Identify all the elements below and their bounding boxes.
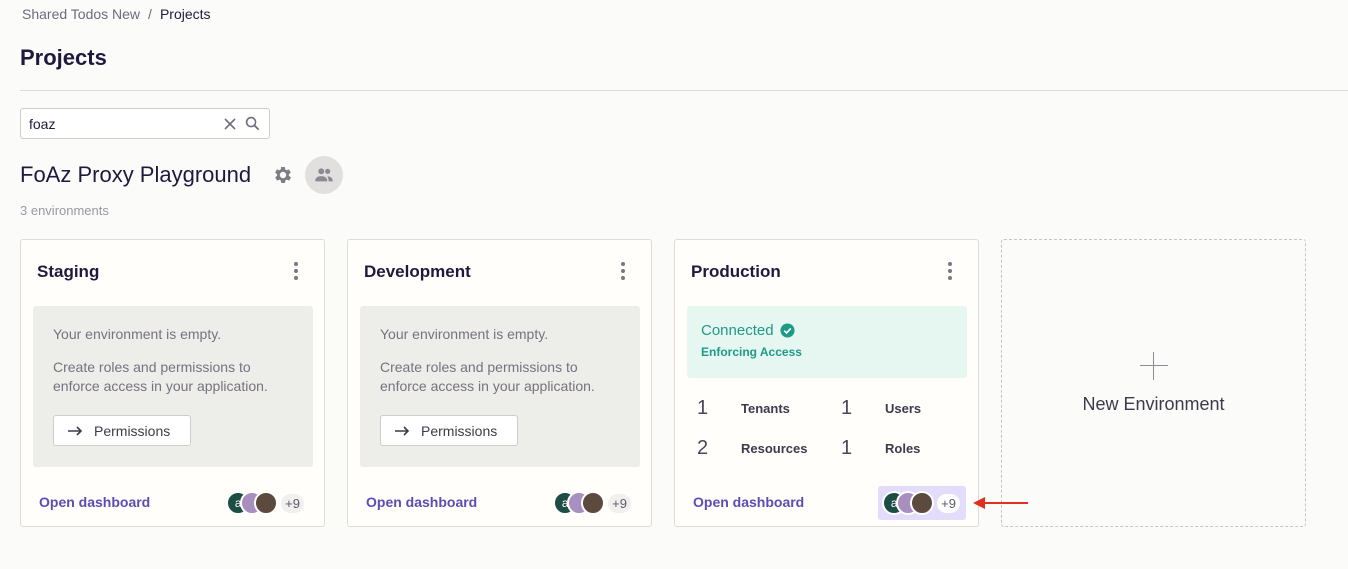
- arrow-right-icon: [395, 425, 410, 436]
- stat-value: 1: [697, 397, 709, 419]
- stat-value: 1: [841, 437, 853, 459]
- empty-state: Your environment is empty. Create roles …: [33, 306, 313, 467]
- permissions-button[interactable]: Permissions: [53, 415, 191, 446]
- close-icon[interactable]: [221, 115, 239, 133]
- stat-resources: 2 Resources: [697, 437, 807, 460]
- empty-hint: Create roles and permissions to enforce …: [53, 359, 268, 394]
- breadcrumb-parent[interactable]: Shared Todos New: [22, 6, 140, 22]
- avatar: [581, 491, 606, 515]
- empty-message: Your environment is empty.: [53, 326, 222, 342]
- environment-card-staging: Staging Your environment is empty. Creat…: [20, 239, 325, 527]
- new-environment-label: New Environment: [1082, 393, 1225, 414]
- gear-icon[interactable]: [271, 163, 295, 187]
- open-dashboard-link[interactable]: Open dashboard: [693, 494, 804, 510]
- stat-value: 1: [841, 397, 853, 419]
- environment-count: 3 environments: [20, 203, 109, 218]
- status-sub: Enforcing Access: [701, 345, 802, 359]
- environment-card-production: Production Connected Enforcing Access 1 …: [674, 239, 979, 527]
- project-name: FoAz Proxy Playground: [20, 162, 252, 187]
- search-input[interactable]: [29, 115, 217, 132]
- more-options-icon[interactable]: [288, 262, 304, 280]
- environment-card-development: Development Your environment is empty. C…: [347, 239, 652, 527]
- empty-message: Your environment is empty.: [380, 326, 549, 342]
- avatar-group[interactable]: a +9: [553, 490, 631, 516]
- avatar-group[interactable]: a +9: [878, 486, 966, 520]
- breadcrumb: Shared Todos New / Projects: [22, 6, 211, 22]
- empty-state: Your environment is empty. Create roles …: [360, 306, 640, 467]
- check-circle-icon: [780, 323, 795, 338]
- open-dashboard-link[interactable]: Open dashboard: [39, 494, 150, 510]
- more-options-icon[interactable]: [942, 262, 958, 280]
- annotation-arrow-icon: [973, 497, 1028, 509]
- avatar: [910, 491, 935, 515]
- stat-label: Roles: [885, 441, 921, 456]
- card-title: Staging: [37, 262, 100, 281]
- stat-roles: 1 Roles: [841, 437, 920, 460]
- permissions-label: Permissions: [421, 422, 498, 439]
- stat-users: 1 Users: [841, 397, 921, 420]
- search-box: [20, 108, 270, 139]
- stat-tenants: 1 Tenants: [697, 397, 790, 420]
- page-title: Projects: [20, 45, 107, 70]
- breadcrumb-current: Projects: [159, 6, 211, 22]
- card-title: Production: [691, 262, 781, 281]
- open-dashboard-link[interactable]: Open dashboard: [366, 494, 477, 510]
- stat-label: Resources: [741, 441, 808, 456]
- avatar: [254, 491, 279, 515]
- stat-label: Tenants: [741, 401, 790, 416]
- connection-status: Connected Enforcing Access: [687, 306, 967, 378]
- more-options-icon[interactable]: [615, 262, 631, 280]
- avatar-more-count: +9: [608, 493, 631, 513]
- avatar-more-count: +9: [937, 493, 960, 513]
- permissions-button[interactable]: Permissions: [380, 415, 518, 446]
- stat-label: Users: [885, 401, 922, 416]
- stat-value: 2: [697, 437, 709, 459]
- permissions-label: Permissions: [94, 422, 171, 439]
- avatar-group[interactable]: a +9: [226, 490, 304, 516]
- search-icon[interactable]: [243, 115, 261, 133]
- card-title: Development: [364, 262, 471, 281]
- header-divider: [20, 90, 1348, 91]
- breadcrumb-separator: /: [148, 6, 152, 22]
- members-icon[interactable]: [305, 156, 344, 194]
- new-environment-button[interactable]: New Environment: [1001, 239, 1306, 527]
- avatar-more-count: +9: [281, 493, 304, 513]
- plus-icon: [1139, 351, 1168, 380]
- empty-hint: Create roles and permissions to enforce …: [380, 359, 595, 394]
- project-header: FoAz Proxy Playground: [20, 156, 344, 194]
- arrow-right-icon: [68, 425, 83, 436]
- status-label: Connected: [701, 322, 774, 339]
